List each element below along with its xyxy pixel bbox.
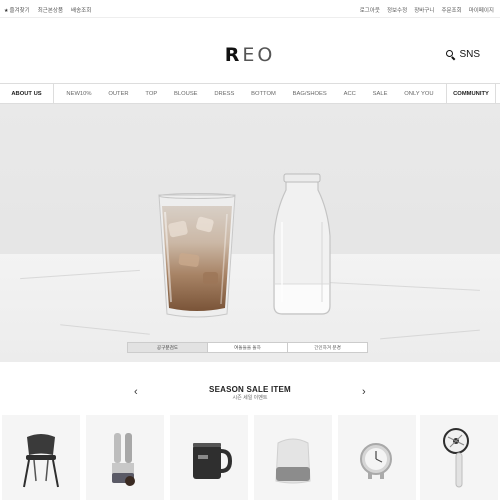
nav-item-acc[interactable]: ACC	[344, 91, 356, 97]
cart-link[interactable]: 장바구니	[414, 6, 434, 14]
top-utility-bar: ★즐겨찾기 최근본상품 배송조회 로그아웃 정보수정 장바구니 주문조회 마이페…	[0, 0, 500, 18]
humidifier-product-image	[112, 433, 135, 486]
nav-item-blouse[interactable]: BLOUSE	[174, 91, 198, 97]
nav-item-bag-shoes[interactable]: BAG/SHOES	[293, 91, 327, 97]
nav-about-us[interactable]: ABOUT US	[0, 84, 54, 103]
edit-info-link[interactable]: 정보수정	[387, 6, 407, 14]
slider-tab-1[interactable]: 공구분검도	[128, 343, 208, 352]
clock-product-image	[360, 443, 392, 479]
product-card[interactable]	[2, 415, 80, 500]
bookmark-label: 즐겨찾기	[9, 8, 30, 14]
hero-slider-tabs: 공구분검도 여돌들을 돌하 긴인하겨 분경	[127, 342, 368, 353]
product-card[interactable]	[420, 415, 498, 500]
bookmark-link[interactable]: ★즐겨찾기	[4, 6, 30, 14]
chair-product-image	[23, 434, 59, 488]
utility-links-right: 로그아웃 정보수정 장바구니 주문조회 마이페이지	[360, 6, 494, 14]
iced-latte-glass-image	[158, 193, 236, 318]
product-carousel	[0, 415, 500, 500]
nav-category-list: NEW10% OUTER TOP BLOUSE DRESS BOTTOM BAG…	[54, 84, 446, 103]
product-card[interactable]	[86, 415, 164, 500]
product-card[interactable]	[254, 415, 332, 500]
order-lookup-link[interactable]: 주문조회	[441, 6, 461, 14]
nav-item-bottom[interactable]: BOTTOM	[251, 91, 276, 97]
slider-tab-2[interactable]: 여돌들을 돌하	[208, 343, 288, 352]
hero-banner[interactable]: 공구분검도 여돌들을 돌하 긴인하겨 분경	[0, 104, 500, 362]
category-nav: ABOUT US NEW10% OUTER TOP BLOUSE DRESS B…	[0, 83, 500, 104]
utility-links-left: ★즐겨찾기 최근본상품 배송조회	[4, 6, 91, 14]
logout-link[interactable]: 로그아웃	[360, 6, 380, 14]
season-sale-title: SEASON SALE ITEM	[209, 385, 291, 394]
nav-item-dress[interactable]: DRESS	[214, 91, 234, 97]
site-header: REO SNS	[0, 18, 500, 82]
nav-community[interactable]: COMMUNITY	[446, 84, 496, 103]
product-card[interactable]	[170, 415, 248, 500]
nav-item-only-you[interactable]: ONLY YOU	[404, 91, 433, 97]
search-sns-area: SNS	[446, 49, 480, 60]
chevron-right-icon[interactable]: ›	[362, 386, 366, 398]
nav-item-new10[interactable]: NEW10%	[66, 91, 91, 97]
mypage-link[interactable]: 마이페이지	[469, 6, 494, 14]
smart-speaker-product-image	[275, 438, 311, 484]
delivery-tracking-link[interactable]: 배송조회	[71, 6, 91, 14]
season-sale-subtitle: 시즌 세일 이벤트	[232, 395, 268, 401]
slider-tab-3[interactable]: 긴인하겨 분경	[288, 343, 367, 352]
season-sale-section: ‹ SEASON SALE ITEM 시즌 세일 이벤트 ›	[0, 380, 500, 410]
nav-item-top[interactable]: TOP	[145, 91, 157, 97]
nav-item-outer[interactable]: OUTER	[108, 91, 128, 97]
site-logo[interactable]: REO	[0, 44, 500, 66]
product-card[interactable]	[338, 415, 416, 500]
search-icon[interactable]	[446, 50, 455, 59]
nav-item-sale[interactable]: SALE	[373, 91, 388, 97]
sns-link[interactable]: SNS	[459, 49, 480, 60]
recent-products-link[interactable]: 최근본상품	[38, 6, 63, 14]
logo-letter-r: R	[224, 44, 243, 66]
milk-bottle-image	[273, 173, 331, 315]
mug-product-image	[193, 443, 233, 479]
logo-letters-eo: EO	[242, 44, 276, 66]
fan-product-image	[443, 428, 469, 488]
star-icon: ★	[4, 8, 9, 14]
